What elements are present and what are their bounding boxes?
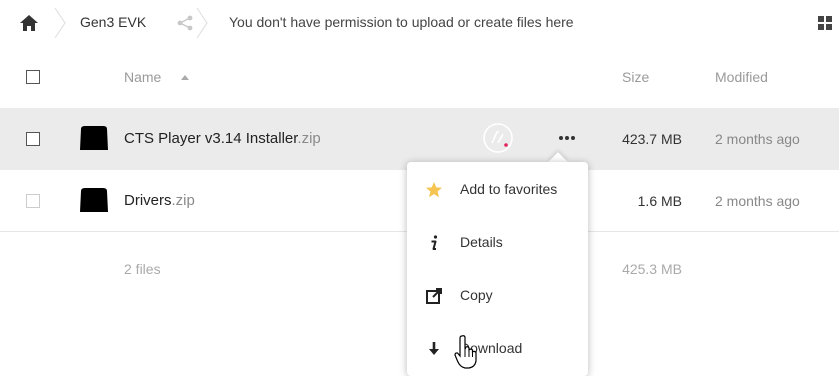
row-checkbox[interactable] (26, 132, 40, 146)
menu-item-copy[interactable]: Copy (407, 270, 588, 322)
menu-item-details[interactable]: Details (407, 217, 588, 269)
select-all-checkbox[interactable] (26, 70, 40, 84)
menu-item-download[interactable]: Download (407, 323, 588, 375)
context-menu: Add to favorites Details Copy Download (407, 162, 588, 376)
file-basename: CTS Player v3.14 Installer (124, 130, 298, 147)
permission-message: You don't have permission to upload or c… (229, 14, 574, 30)
menu-label: Add to favorites (460, 181, 558, 197)
breadcrumb: Gen3 EVK You don't have permission to up… (0, 0, 839, 48)
row-checkbox[interactable] (26, 194, 40, 208)
file-name[interactable]: Drivers.zip (124, 192, 195, 209)
menu-item-add-to-favorites[interactable]: Add to favorites (407, 164, 588, 216)
external-link-icon (426, 288, 442, 304)
breadcrumb-folder[interactable]: Gen3 EVK (80, 14, 146, 30)
column-header-name[interactable]: Name (124, 69, 161, 85)
table-row[interactable]: CTS Player v3.14 Installer.zip 423.7 MB … (0, 108, 839, 170)
star-icon (426, 182, 442, 198)
file-modified: 2 months ago (715, 193, 800, 209)
file-extension: .zip (171, 192, 195, 209)
file-basename: Drivers (124, 192, 172, 209)
total-size: 425.3 MB (622, 261, 682, 277)
file-modified: 2 months ago (715, 131, 800, 147)
file-extension: .zip (297, 130, 321, 147)
hand-cursor-icon (454, 335, 477, 369)
table-header: Name Size Modified (0, 54, 839, 102)
info-icon (431, 235, 438, 250)
file-size: 423.7 MB (622, 131, 682, 147)
sync-status-icon (483, 123, 513, 153)
file-count: 2 files (124, 261, 161, 277)
download-icon (429, 342, 439, 355)
file-icon (80, 188, 108, 212)
breadcrumb-separator (54, 8, 66, 38)
more-actions-button[interactable] (556, 130, 578, 146)
column-header-modified[interactable]: Modified (715, 69, 768, 85)
sort-ascending-icon (181, 75, 189, 80)
menu-label: Copy (460, 287, 493, 303)
file-name[interactable]: CTS Player v3.14 Installer.zip (124, 130, 321, 147)
file-size: 1.6 MB (637, 193, 682, 209)
file-icon (80, 126, 108, 150)
breadcrumb-separator (196, 8, 208, 38)
share-icon[interactable] (176, 14, 194, 32)
menu-label: Details (460, 234, 503, 250)
column-header-size[interactable]: Size (622, 69, 649, 85)
grid-view-icon[interactable] (818, 16, 832, 30)
home-icon[interactable] (18, 12, 40, 34)
